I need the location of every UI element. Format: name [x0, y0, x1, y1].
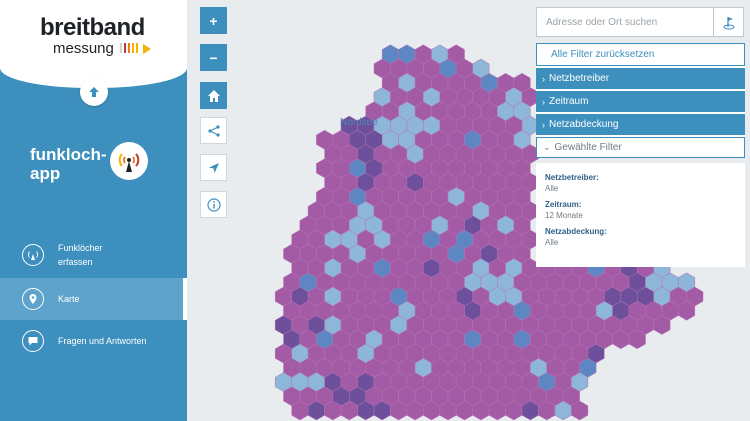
search-box [536, 7, 744, 37]
chevron-right-icon: › [542, 119, 545, 130]
location-flag-icon [723, 17, 734, 30]
chevron-right-icon: › [542, 73, 545, 84]
selected-filters-summary: Netzbetreiber: Alle Zeitraum: 12 Monate … [536, 163, 745, 267]
antenna-icon [118, 153, 140, 172]
nav-label-line: erfassen [58, 257, 93, 267]
logo-bar [124, 43, 126, 53]
nav-item-karte[interactable]: Karte [0, 278, 187, 320]
logo-bar [128, 43, 130, 53]
logo-bars-icon [120, 43, 138, 53]
map-pin-icon [22, 288, 44, 310]
sidebar-nav: Funklöcher erfassen Karte Fragen und Ant… [0, 232, 187, 362]
logo-arrow-icon [143, 44, 151, 54]
nav-label: Funklöcher erfassen [58, 241, 103, 269]
nav-label: Fragen und Antworten [58, 334, 147, 348]
funkloch-app-icon [110, 142, 148, 180]
filter-label: Netzabdeckung [549, 119, 619, 130]
plus-icon: + [209, 12, 218, 29]
filter-netzbetreiber[interactable]: › Netzbetreiber [536, 68, 745, 89]
filter-label: Zeitraum [549, 96, 589, 107]
logo-bar [136, 43, 138, 53]
filter-label: Netzbetreiber [549, 73, 610, 84]
selected-filter-label: Netzabdeckung: [545, 227, 607, 236]
nav-label-line: Funklöcher [58, 243, 103, 253]
locate-button[interactable] [200, 154, 227, 181]
share-button[interactable] [200, 117, 227, 144]
info-icon [206, 197, 221, 212]
filter-zeitraum[interactable]: › Zeitraum [536, 91, 745, 112]
chevron-down-icon: ⌄ [543, 142, 551, 152]
search-button[interactable] [713, 8, 743, 36]
sidebar: breitband messung funkloch- app Funklöch… [0, 0, 187, 421]
map-label-nordsee: Nordsee [340, 117, 378, 128]
logo-bar [132, 43, 134, 53]
nav-label: Karte [58, 292, 80, 306]
app-title-line: app [30, 164, 61, 183]
signal-icon [22, 244, 44, 266]
selected-filter-value: 12 Monate [545, 211, 583, 220]
home-button[interactable] [200, 82, 227, 109]
navigation-arrow-icon [208, 162, 219, 173]
filter-netzabdeckung[interactable]: › Netzabdeckung [536, 114, 745, 135]
collapse-sidebar-button[interactable] [80, 78, 108, 106]
address-search-input[interactable] [537, 8, 713, 36]
filter-selected-toggle[interactable]: ⌄ Gewählte Filter [536, 137, 745, 158]
nav-item-fragen[interactable]: Fragen und Antworten [0, 320, 187, 362]
selected-filter-label: Zeitraum: [545, 200, 582, 209]
logo-panel: breitband messung [0, 0, 187, 88]
nav-label-line: Fragen und Antworten [58, 336, 147, 346]
reset-filters-button[interactable]: Alle Filter zurücksetzen [536, 43, 745, 66]
logo-text: breitband [40, 14, 145, 41]
logo-subtext: messung [53, 40, 114, 57]
filter-panel: Alle Filter zurücksetzen › Netzbetreiber… [536, 43, 745, 158]
home-icon [207, 89, 220, 102]
selected-filter-value: Alle [545, 184, 559, 193]
selected-filter-label: Netzbetreiber: [545, 173, 599, 182]
nav-label-line: Karte [58, 294, 80, 304]
filter-label: Gewählte Filter [554, 142, 622, 153]
zoom-out-button[interactable]: − [200, 44, 227, 71]
app-title-line: funkloch- [30, 145, 107, 164]
nav-item-funkloecher[interactable]: Funklöcher erfassen [0, 232, 187, 278]
minus-icon: − [209, 49, 218, 66]
chat-icon [22, 330, 44, 352]
chevron-right-icon: › [542, 96, 545, 107]
info-button[interactable] [200, 191, 227, 218]
app-title: funkloch- app [30, 145, 110, 183]
arrow-up-icon [89, 87, 99, 97]
logo-bar [120, 43, 122, 53]
share-icon [207, 124, 220, 137]
zoom-in-button[interactable]: + [200, 7, 227, 34]
selected-filter-value: Alle [545, 238, 559, 247]
